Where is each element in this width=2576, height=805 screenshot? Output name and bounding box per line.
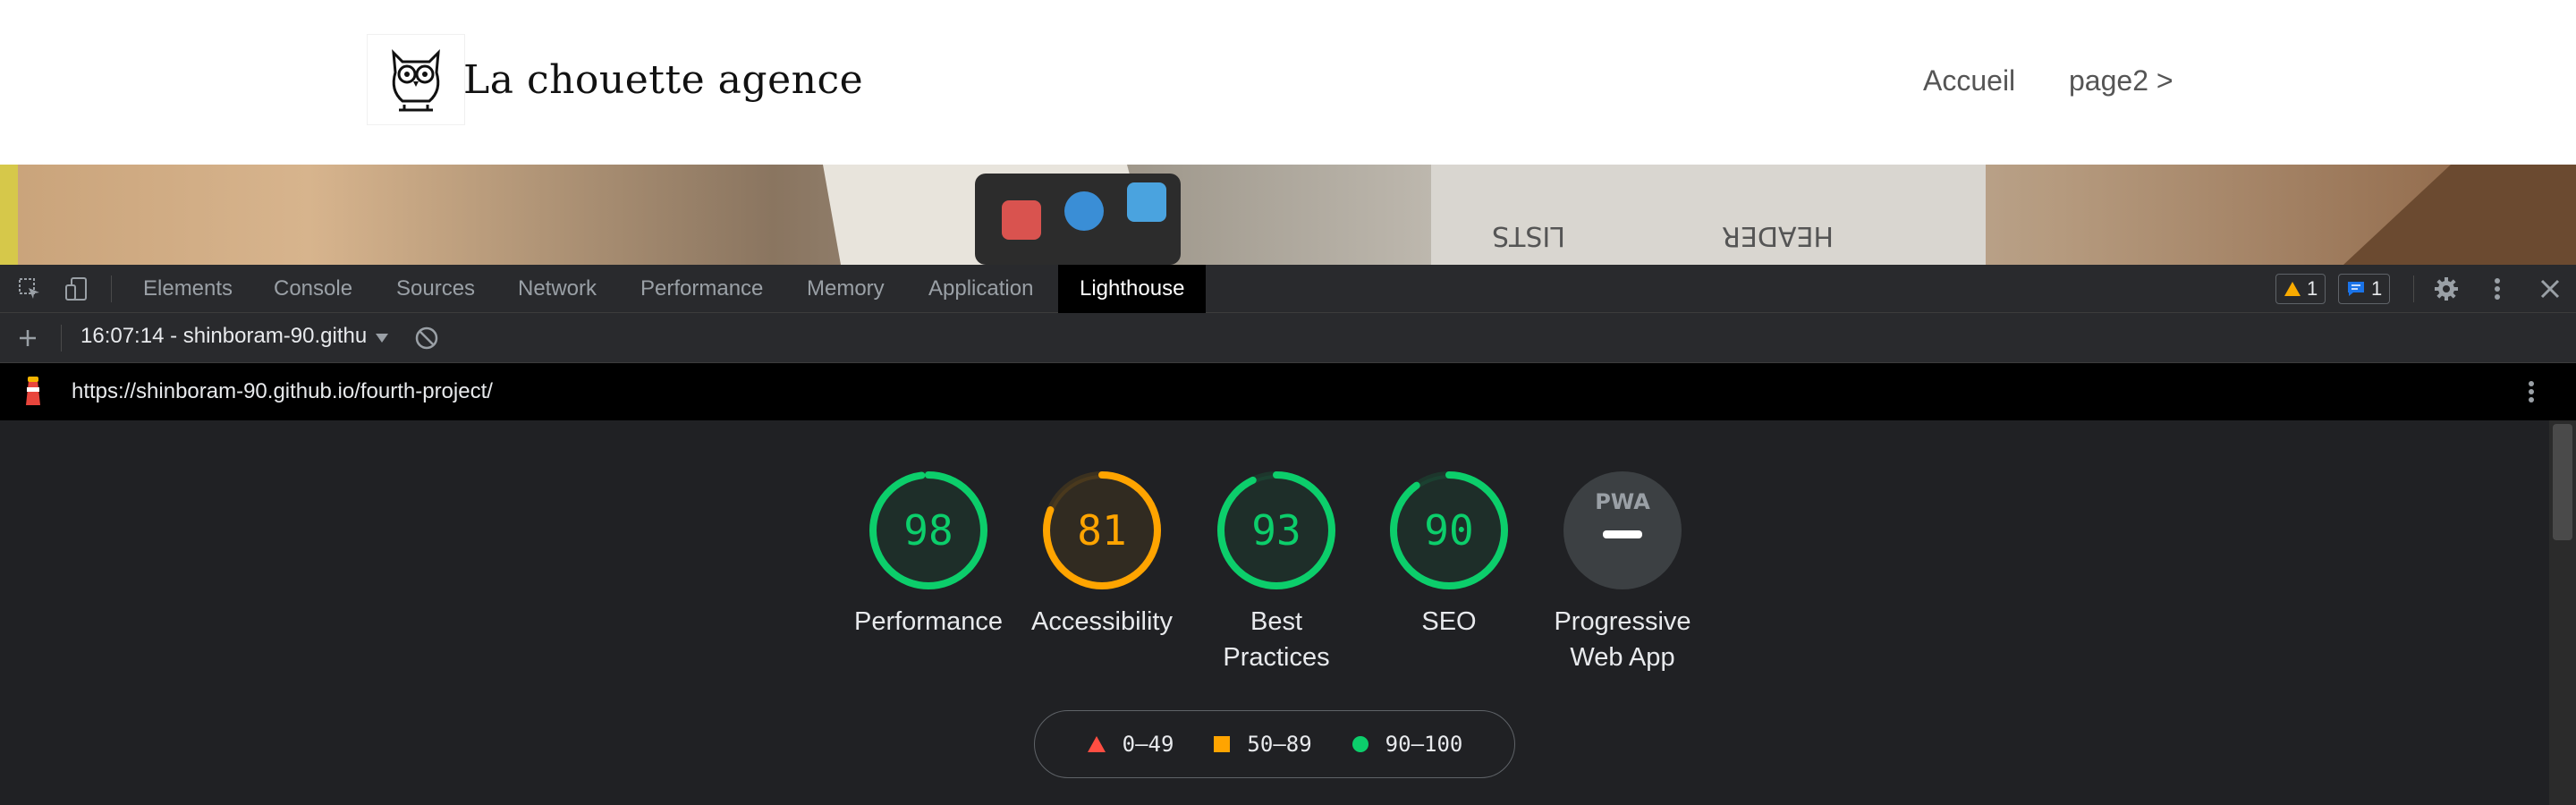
- dropdown-arrow-icon[interactable]: [369, 325, 395, 352]
- tab-performance[interactable]: Performance: [640, 265, 763, 313]
- legend-range-average: 50–89: [1247, 732, 1312, 757]
- lighthouse-logo-icon: [20, 377, 47, 405]
- gauge-label-best-practices: Best Practices: [1223, 607, 1330, 672]
- pwa-badge-text: PWA: [1595, 489, 1650, 514]
- accessibility-score: 81: [1077, 506, 1126, 555]
- owl-logo-icon: [367, 34, 465, 125]
- gauge-label-pwa: Progressive Web App: [1554, 607, 1691, 672]
- message-count: 1: [2371, 277, 2383, 300]
- warning-icon: [2284, 282, 2301, 296]
- score-legend: 0–49 50–89 90–100: [1034, 710, 1515, 778]
- best-practices-score: 93: [1251, 506, 1301, 555]
- nav-link-accueil[interactable]: Accueil: [1923, 64, 2015, 97]
- tab-lighthouse[interactable]: Lighthouse: [1058, 265, 1207, 313]
- seo-score-ring: 90: [1390, 471, 1508, 589]
- svg-text:HEADER: HEADER: [1722, 220, 1834, 251]
- nav-link-page2[interactable]: page2 >: [2069, 64, 2174, 97]
- tab-network[interactable]: Network: [518, 265, 597, 313]
- gauge-pwa[interactable]: PWA Progressive Web App: [1533, 470, 1712, 675]
- report-url-bar: https://shinboram-90.github.io/fourth-pr…: [0, 363, 2576, 420]
- gauge-seo[interactable]: 90 SEO: [1360, 470, 1538, 640]
- scrollbar[interactable]: [2549, 420, 2576, 805]
- messages-badge[interactable]: 1: [2338, 274, 2391, 304]
- tab-memory[interactable]: Memory: [807, 265, 885, 313]
- warning-count: 1: [2307, 277, 2318, 300]
- more-options-icon[interactable]: [2484, 275, 2511, 302]
- report-menu-icon[interactable]: [2518, 378, 2545, 405]
- triangle-icon: [1087, 736, 1106, 752]
- new-report-plus-icon[interactable]: [14, 325, 41, 352]
- legend-item-fail: 0–49: [1087, 732, 1174, 757]
- performance-score-ring: 98: [869, 471, 987, 589]
- site-header: La chouette agence Accueil page2 >: [0, 0, 2576, 165]
- circle-icon: [1352, 736, 1368, 752]
- lighthouse-report: 98 Performance 81 Accessibility 93 Best …: [0, 420, 2576, 805]
- legend-range-pass: 90–100: [1385, 732, 1463, 757]
- gauge-label-accessibility: Accessibility: [1031, 607, 1173, 636]
- tab-elements[interactable]: Elements: [143, 265, 233, 313]
- report-url[interactable]: https://shinboram-90.github.io/fourth-pr…: [72, 379, 493, 404]
- devtools-tabbar: Elements Console Sources Network Perform…: [0, 265, 2576, 313]
- warnings-badge[interactable]: 1: [2275, 274, 2326, 304]
- site-logo-text: La chouette agence: [463, 56, 864, 103]
- tab-application[interactable]: Application: [928, 265, 1033, 313]
- legend-item-pass: 90–100: [1352, 732, 1463, 757]
- gauge-label-seo: SEO: [1421, 607, 1477, 636]
- gauge-performance[interactable]: 98 Performance: [839, 470, 1018, 640]
- tab-console[interactable]: Console: [274, 265, 352, 313]
- accessibility-score-ring: 81: [1043, 471, 1161, 589]
- settings-gear-icon[interactable]: [2433, 275, 2460, 302]
- gauge-accessibility[interactable]: 81 Accessibility: [1013, 470, 1191, 640]
- square-icon: [1214, 736, 1231, 752]
- legend-item-average: 50–89: [1213, 732, 1312, 757]
- close-icon[interactable]: [2537, 275, 2563, 302]
- performance-score: 98: [903, 506, 953, 555]
- pwa-badge-icon: PWA: [1563, 471, 1682, 589]
- device-toolbar-icon[interactable]: [63, 275, 89, 302]
- clear-reports-icon[interactable]: [413, 325, 440, 352]
- report-select[interactable]: 16:07:14 - shinboram-90.githu: [80, 324, 367, 349]
- gauge-best-practices[interactable]: 93 Best Practices: [1187, 470, 1366, 675]
- inspect-element-icon[interactable]: [16, 275, 43, 302]
- gauge-label-performance: Performance: [853, 607, 1003, 636]
- message-icon: [2348, 282, 2364, 296]
- hero-image: LISTS HEADER: [0, 165, 2576, 265]
- lighthouse-toolbar: 16:07:14 - shinboram-90.githu: [0, 313, 2576, 363]
- site-logo[interactable]: La chouette agence: [367, 34, 863, 125]
- svg-text:LISTS: LISTS: [1492, 220, 1565, 251]
- seo-score: 90: [1424, 506, 1473, 555]
- tab-sources[interactable]: Sources: [396, 265, 475, 313]
- report-select-label: 16:07:14 - shinboram-90.githu: [80, 324, 367, 348]
- best-practices-score-ring: 93: [1217, 471, 1335, 589]
- legend-range-fail: 0–49: [1122, 732, 1174, 757]
